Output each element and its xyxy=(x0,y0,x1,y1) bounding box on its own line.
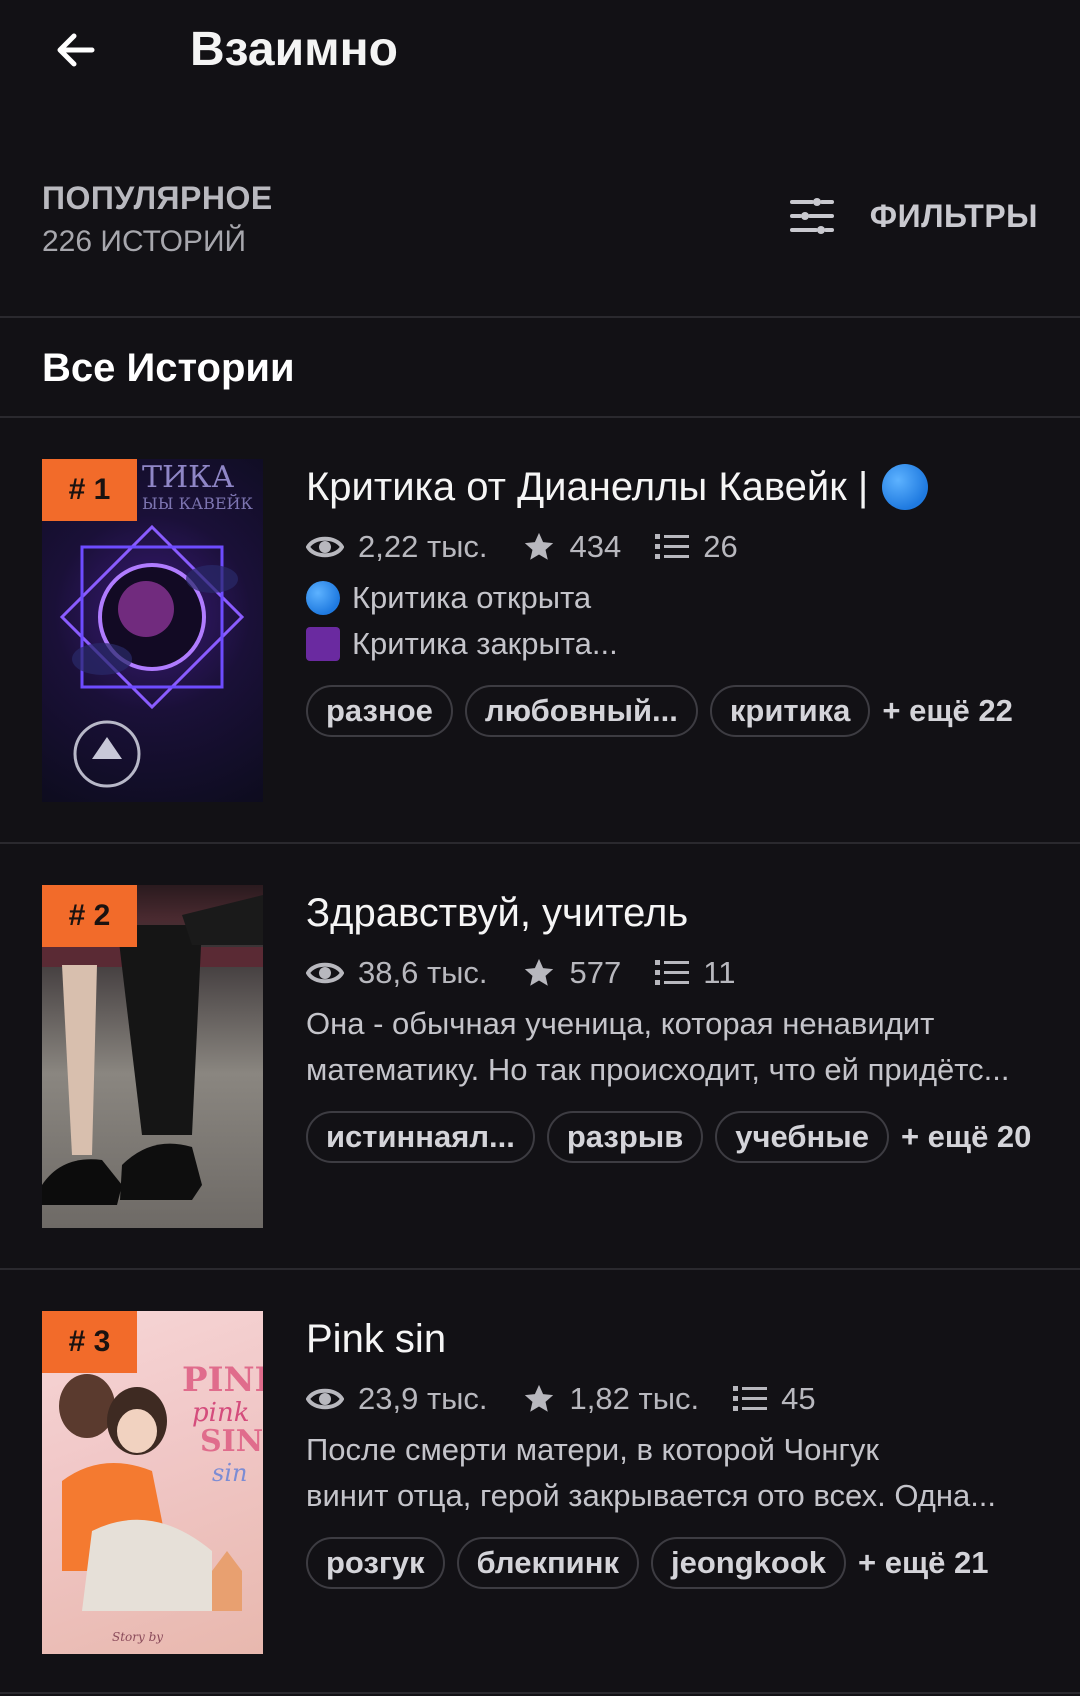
eye-icon xyxy=(306,1388,344,1410)
divider xyxy=(0,416,1080,418)
story-title[interactable]: Здравствуй, учитель xyxy=(306,885,1046,941)
reads-stat: 38,6 тыс. xyxy=(306,955,488,991)
story-description: Критика открыта Критика закрыта... xyxy=(306,575,1046,667)
tag-chip[interactable]: истиннаял... xyxy=(306,1111,535,1163)
list-icon xyxy=(655,534,690,559)
svg-text:ТИКА: ТИКА xyxy=(142,460,234,495)
reads-count: 23,9 тыс. xyxy=(358,1381,488,1416)
story-card-2[interactable]: # 2 Здравствуй, учитель 38,6 тыс. 577 11… xyxy=(0,885,1080,1309)
votes-count: 1,82 тыс. xyxy=(569,1381,700,1416)
story-stats: 2,22 тыс. 434 26 xyxy=(306,525,1046,569)
story-cover[interactable]: # 1 ТИКА ЫЫ КАВЕЙК xyxy=(42,459,263,802)
votes-count: 577 xyxy=(569,955,622,990)
app-screen: Взаимно ПОПУЛЯРНОЕ 226 ИСТОРИЙ ФИЛЬТРЫ В… xyxy=(0,0,1080,1696)
reads-stat: 23,9 тыс. xyxy=(306,1381,488,1417)
story-title[interactable]: Pink sin xyxy=(306,1311,1046,1367)
tag-chip[interactable]: любовный... xyxy=(464,685,698,737)
desc-line: математику. Но так происходит, что ей пр… xyxy=(306,1052,1010,1087)
story-card-3[interactable]: # 3 PINK pink SIN sin Story by Pink sin xyxy=(0,1311,1080,1696)
desc-line: Критика закрыта... xyxy=(352,626,618,661)
story-stats: 38,6 тыс. 577 11 xyxy=(306,951,1046,995)
story-cover[interactable]: # 2 xyxy=(42,885,263,1228)
story-title-text: Критика от Дианеллы Кавейк | xyxy=(306,465,869,509)
svg-text:PINK: PINK xyxy=(182,1360,263,1400)
story-description: После смерти матери, в которой Чонгук ви… xyxy=(306,1427,1046,1519)
list-icon xyxy=(655,960,690,985)
more-tags-link[interactable]: + ещё 22 xyxy=(882,693,1012,729)
votes-stat: 577 xyxy=(522,955,622,991)
blue-circle-emoji xyxy=(306,581,340,615)
star-icon xyxy=(524,958,553,986)
star-icon xyxy=(524,1384,553,1412)
tag-chip[interactable]: критика xyxy=(709,685,871,737)
tag-chip[interactable]: розгук xyxy=(306,1537,445,1589)
tag-chip[interactable]: разрыв xyxy=(546,1111,704,1163)
divider xyxy=(0,1692,1080,1694)
more-tags-link[interactable]: + ещё 20 xyxy=(901,1119,1031,1155)
desc-line: После смерти матери, в которой Чонгук xyxy=(306,1432,879,1467)
story-description: Она - обычная ученица, которая ненавидит… xyxy=(306,1001,1046,1093)
story-card-1[interactable]: # 1 ТИКА ЫЫ КАВЕЙК Критика от Дианеллы К… xyxy=(0,459,1080,883)
rank-badge: # 3 xyxy=(42,1311,137,1373)
desc-line: Критика открыта xyxy=(352,580,592,615)
tag-list: истиннаял... разрыв учебные + ещё 20 xyxy=(306,1111,1046,1163)
parts-count: 11 xyxy=(703,955,736,990)
votes-stat: 434 xyxy=(522,529,622,565)
svg-text:SIN: SIN xyxy=(200,1424,263,1459)
tag-list: разное любовный... критика + ещё 22 xyxy=(306,685,1046,737)
desc-line: винит отца, герой закрывается ото всех. … xyxy=(306,1478,997,1513)
reads-count: 38,6 тыс. xyxy=(358,955,488,990)
filters-label: ФИЛЬТРЫ xyxy=(869,197,1038,234)
svg-text:sin: sin xyxy=(212,1459,247,1487)
story-info: Критика от Дианеллы Кавейк | 2,22 тыс. 4… xyxy=(306,459,1046,737)
rank-badge: # 1 xyxy=(42,459,137,521)
story-stats: 23,9 тыс. 1,82 тыс. 45 xyxy=(306,1377,1046,1421)
divider xyxy=(0,316,1080,318)
parts-stat: 45 xyxy=(733,1381,816,1417)
parts-count: 45 xyxy=(781,1381,816,1416)
blue-circle-emoji xyxy=(882,464,929,510)
eye-icon xyxy=(306,962,344,984)
page-title: Взаимно xyxy=(190,23,398,76)
star-icon xyxy=(524,532,553,560)
rank-badge: # 2 xyxy=(42,885,137,947)
reads-stat: 2,22 тыс. xyxy=(306,529,488,565)
story-cover[interactable]: # 3 PINK pink SIN sin Story by xyxy=(42,1311,263,1654)
eye-icon xyxy=(306,536,344,558)
story-info: Pink sin 23,9 тыс. 1,82 тыс. 45 После см… xyxy=(306,1311,1046,1589)
tag-chip[interactable]: учебные xyxy=(715,1111,889,1163)
story-info: Здравствуй, учитель 38,6 тыс. 577 11 Она… xyxy=(306,885,1046,1163)
svg-text:Story by: Story by xyxy=(112,1630,163,1644)
tag-chip[interactable]: разное xyxy=(306,685,453,737)
tag-list: розгук блекпинк jeongkook + ещё 21 xyxy=(306,1537,1046,1589)
parts-count: 26 xyxy=(703,529,738,564)
more-tags-link[interactable]: + ещё 21 xyxy=(858,1545,988,1581)
votes-count: 434 xyxy=(569,529,622,564)
section-title: Все Истории xyxy=(42,346,295,390)
reads-count: 2,22 тыс. xyxy=(358,529,488,564)
divider xyxy=(0,1268,1080,1270)
tag-chip[interactable]: jeongkook xyxy=(650,1537,846,1589)
back-button[interactable] xyxy=(44,18,108,82)
divider xyxy=(0,842,1080,844)
sort-label: ПОПУЛЯРНОЕ xyxy=(42,180,273,216)
votes-stat: 1,82 тыс. xyxy=(522,1381,700,1417)
story-count: 226 ИСТОРИЙ xyxy=(42,225,247,258)
sort-selector[interactable]: ПОПУЛЯРНОЕ 226 ИСТОРИЙ xyxy=(42,178,273,262)
filters-button[interactable]: ФИЛЬТРЫ xyxy=(789,196,1038,236)
story-title[interactable]: Критика от Дианеллы Кавейк | xyxy=(306,459,1046,515)
filter-sliders-icon xyxy=(789,198,834,234)
purple-square-emoji xyxy=(306,627,340,661)
top-bar: Взаимно xyxy=(0,0,1080,100)
parts-stat: 26 xyxy=(655,529,738,565)
arrow-left-icon xyxy=(57,33,95,67)
parts-stat: 11 xyxy=(655,955,735,991)
svg-text:ЫЫ КАВЕЙК: ЫЫ КАВЕЙК xyxy=(142,493,253,513)
tag-chip[interactable]: блекпинк xyxy=(456,1537,639,1589)
desc-line: Она - обычная ученица, которая ненавидит xyxy=(306,1006,935,1041)
list-icon xyxy=(733,1386,768,1411)
